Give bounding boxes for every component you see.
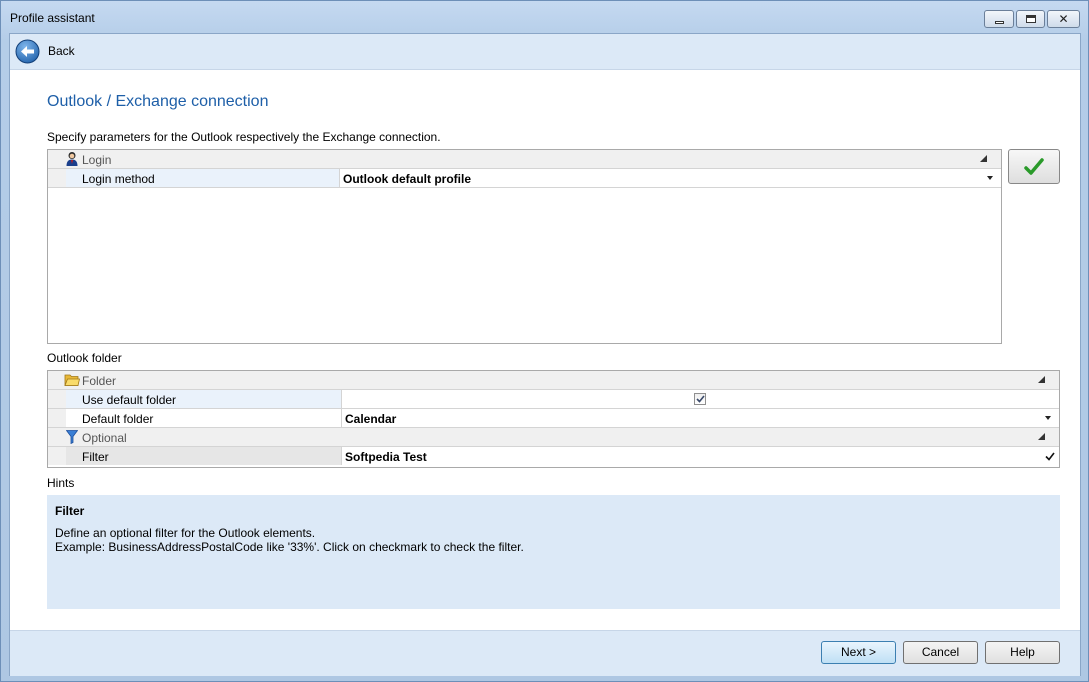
hint-title: Filter xyxy=(55,504,85,518)
optional-category-label: Optional xyxy=(82,431,127,445)
chevron-down-icon[interactable] xyxy=(987,176,993,180)
login-method-label: Login method xyxy=(66,169,340,187)
minimize-button[interactable] xyxy=(984,10,1014,28)
collapse-icon[interactable] xyxy=(1038,376,1045,383)
collapse-icon[interactable] xyxy=(980,155,987,162)
minimize-icon xyxy=(994,20,1004,24)
back-arrow-icon[interactable] xyxy=(15,39,40,64)
instruction-text: Specify parameters for the Outlook respe… xyxy=(47,130,441,144)
login-category-row[interactable]: Login xyxy=(48,150,1001,169)
folder-category-label: Folder xyxy=(82,374,117,388)
use-default-folder-row[interactable]: Use default folder xyxy=(48,390,1059,409)
maximize-button[interactable] xyxy=(1016,10,1045,28)
folder-category-row[interactable]: Folder xyxy=(48,371,1059,390)
cancel-button[interactable]: Cancel xyxy=(903,641,978,664)
nav-bar: Back xyxy=(10,34,1080,70)
folder-section-label: Outlook folder xyxy=(47,351,122,365)
use-default-folder-checkbox[interactable] xyxy=(694,393,706,405)
close-button[interactable]: ✕ xyxy=(1047,10,1080,28)
folder-property-grid[interactable]: Folder Use default folder Default folder… xyxy=(47,370,1060,468)
filter-row[interactable]: Filter Softpedia Test xyxy=(48,447,1059,466)
chevron-down-icon[interactable] xyxy=(1045,416,1051,420)
hints-panel: Filter Define an optional filter for the… xyxy=(47,495,1060,609)
use-default-folder-label: Use default folder xyxy=(66,390,342,408)
next-button[interactable]: Next > xyxy=(821,641,896,664)
checkmark-icon xyxy=(1024,157,1044,175)
filter-input[interactable]: Softpedia Test xyxy=(342,447,1042,465)
title-bar[interactable]: Profile assistant ✕ xyxy=(1,1,1088,33)
user-icon xyxy=(66,152,78,166)
hint-line-1: Define an optional filter for the Outloo… xyxy=(55,526,316,540)
login-method-row[interactable]: Login method Outlook default profile xyxy=(48,169,1001,188)
hints-label: Hints xyxy=(47,476,75,490)
page-title: Outlook / Exchange connection xyxy=(47,93,269,110)
back-link[interactable]: Back xyxy=(48,44,75,58)
footer-bar: Next > Cancel Help xyxy=(10,630,1080,676)
checkmark-icon[interactable] xyxy=(1045,452,1055,461)
login-property-grid[interactable]: Login Login method Outlook default profi… xyxy=(47,149,1002,344)
default-folder-label: Default folder xyxy=(66,409,342,427)
profile-assistant-window: Profile assistant ✕ Back Outlook / Excha… xyxy=(0,0,1089,682)
collapse-icon[interactable] xyxy=(1038,433,1045,440)
login-method-select[interactable]: Outlook default profile xyxy=(340,169,1000,187)
filter-icon xyxy=(66,430,78,444)
window-title: Profile assistant xyxy=(10,11,95,25)
optional-category-row[interactable]: Optional xyxy=(48,428,1059,447)
check-connection-button[interactable] xyxy=(1008,149,1060,184)
maximize-icon xyxy=(1025,15,1036,23)
folder-icon xyxy=(64,374,80,386)
default-folder-row[interactable]: Default folder Calendar xyxy=(48,409,1059,428)
help-button[interactable]: Help xyxy=(985,641,1060,664)
close-icon: ✕ xyxy=(1058,12,1069,26)
checkbox-check-icon xyxy=(695,395,705,403)
default-folder-select[interactable]: Calendar xyxy=(342,409,1042,427)
hint-line-2: Example: BusinessAddressPostalCode like … xyxy=(55,540,524,554)
filter-label: Filter xyxy=(66,447,342,465)
client-area: Back Outlook / Exchange connection Speci… xyxy=(9,33,1081,676)
login-category-label: Login xyxy=(82,153,112,167)
